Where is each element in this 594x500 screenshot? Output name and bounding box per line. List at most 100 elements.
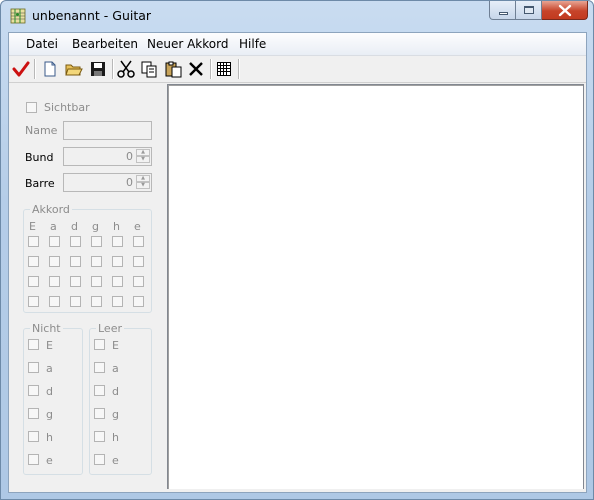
minimize-button[interactable] (489, 1, 516, 20)
paste-icon[interactable] (163, 59, 183, 79)
guitar-app-icon (9, 7, 27, 25)
chord-fret-checkbox[interactable] (28, 256, 39, 267)
checkmark-icon[interactable] (11, 59, 31, 79)
toolbar-separator (210, 59, 211, 79)
name-input[interactable] (63, 121, 152, 140)
chord-fret-checkbox[interactable] (28, 236, 39, 247)
menu-hilfe[interactable]: Hilfe (239, 37, 266, 51)
chord-fret-checkbox[interactable] (133, 236, 144, 247)
down-arrow-icon: ▼ (141, 182, 145, 188)
not-played-string-checkbox[interactable] (28, 431, 39, 442)
open-string-group: Leer Eadghe (89, 322, 152, 475)
open-string-checkbox[interactable] (94, 431, 105, 442)
up-arrow-icon: ▲ (141, 175, 145, 181)
chord-fret-checkbox[interactable] (91, 256, 102, 267)
close-icon (558, 4, 572, 17)
chord-group: Akkord Ea d g h e (23, 203, 152, 313)
chord-diagram-canvas[interactable] (167, 84, 584, 491)
bottom-edge (9, 489, 586, 492)
fret-spinner[interactable]: 0 ▲ ▼ (63, 147, 152, 166)
chord-fret-checkbox[interactable] (91, 276, 102, 287)
title-bar: unbenannt - Guitar (1, 1, 593, 31)
maximize-icon (524, 6, 534, 14)
open-string-label: e (112, 454, 119, 467)
close-button[interactable] (542, 1, 588, 20)
chord-fret-checkbox[interactable] (70, 256, 81, 267)
chord-group-title: Akkord (30, 203, 72, 216)
chord-fret-checkbox[interactable] (28, 276, 39, 287)
main-window: unbenannt - Guitar Datei Bearbeiten Neue… (0, 0, 594, 500)
chord-string-header: g (92, 220, 99, 233)
barre-spinner[interactable]: 0 ▲ ▼ (63, 173, 152, 192)
chord-fret-checkbox[interactable] (28, 296, 39, 307)
barre-value: 0 (126, 176, 133, 189)
not-played-string-checkbox[interactable] (28, 339, 39, 350)
not-played-string-label: d (46, 385, 53, 398)
open-string-label: a (112, 362, 119, 375)
not-played-string-label: E (46, 339, 53, 352)
chord-string-header: d (71, 220, 78, 233)
open-folder-icon[interactable] (64, 59, 84, 79)
chord-fret-checkbox[interactable] (112, 236, 123, 247)
open-string-checkbox[interactable] (94, 454, 105, 465)
chord-fret-checkbox[interactable] (49, 296, 60, 307)
chord-fret-checkbox[interactable] (70, 236, 81, 247)
chord-fret-checkbox[interactable] (133, 296, 144, 307)
open-string-checkbox[interactable] (94, 408, 105, 419)
delete-icon[interactable] (186, 59, 206, 79)
chord-fret-checkbox[interactable] (91, 236, 102, 247)
not-played-string-label: h (46, 431, 53, 444)
chord-fret-checkbox[interactable] (70, 296, 81, 307)
open-string-checkbox[interactable] (94, 362, 105, 373)
open-string-checkbox[interactable] (94, 339, 105, 350)
barre-down-button[interactable]: ▼ (136, 182, 150, 189)
copy-icon[interactable] (139, 59, 159, 79)
chord-string-header: E (29, 220, 36, 233)
menu-bearbeiten[interactable]: Bearbeiten (72, 37, 138, 51)
visible-label: Sichtbar (44, 101, 90, 114)
chord-fret-checkbox[interactable] (112, 296, 123, 307)
fret-down-button[interactable]: ▼ (136, 156, 150, 163)
chord-fret-checkbox[interactable] (112, 256, 123, 267)
chord-fret-checkbox[interactable] (49, 276, 60, 287)
open-string-checkbox[interactable] (94, 385, 105, 396)
new-file-icon[interactable] (40, 59, 60, 79)
not-played-string-checkbox[interactable] (28, 408, 39, 419)
grid-icon[interactable] (214, 59, 234, 79)
chord-properties-panel: Sichtbar Name Bund 0 ▲ ▼ Barre 0 ▲ ▼ Akk… (9, 83, 159, 492)
chord-fret-checkbox[interactable] (112, 276, 123, 287)
not-played-string-checkbox[interactable] (28, 362, 39, 373)
name-label: Name (25, 124, 58, 137)
maximize-button[interactable] (516, 1, 542, 20)
cut-icon[interactable] (116, 59, 136, 79)
window-title: unbenannt - Guitar (32, 8, 152, 23)
barre-up-button[interactable]: ▲ (136, 175, 150, 182)
open-string-label: g (112, 408, 119, 421)
visible-checkbox[interactable] (26, 102, 37, 113)
chord-fret-checkbox[interactable] (49, 256, 60, 267)
open-string-label: d (112, 385, 119, 398)
not-played-group: Nicht Eadghe (23, 322, 83, 475)
not-played-group-title: Nicht (30, 322, 63, 335)
chord-fret-checkbox[interactable] (133, 276, 144, 287)
toolbar-separator (34, 59, 35, 79)
fret-up-button[interactable]: ▲ (136, 149, 150, 156)
menu-datei[interactable]: Datei (26, 37, 58, 51)
client-area: Datei Bearbeiten Neuer Akkord Hilfe Sich… (8, 32, 587, 493)
chord-string-header: a (50, 220, 57, 233)
open-string-label: E (112, 339, 119, 352)
chord-fret-checkbox[interactable] (49, 236, 60, 247)
fret-value: 0 (126, 150, 133, 163)
chord-string-header: e (134, 220, 141, 233)
not-played-string-checkbox[interactable] (28, 454, 39, 465)
not-played-string-checkbox[interactable] (28, 385, 39, 396)
chord-fret-checkbox[interactable] (91, 296, 102, 307)
barre-label: Barre (25, 177, 55, 190)
open-string-group-title: Leer (96, 322, 124, 335)
chord-fret-checkbox[interactable] (133, 256, 144, 267)
menu-neuer-akkord[interactable]: Neuer Akkord (147, 37, 228, 51)
save-icon[interactable] (88, 59, 108, 79)
chord-fret-checkbox[interactable] (70, 276, 81, 287)
up-arrow-icon: ▲ (141, 149, 145, 155)
down-arrow-icon: ▼ (141, 156, 145, 162)
